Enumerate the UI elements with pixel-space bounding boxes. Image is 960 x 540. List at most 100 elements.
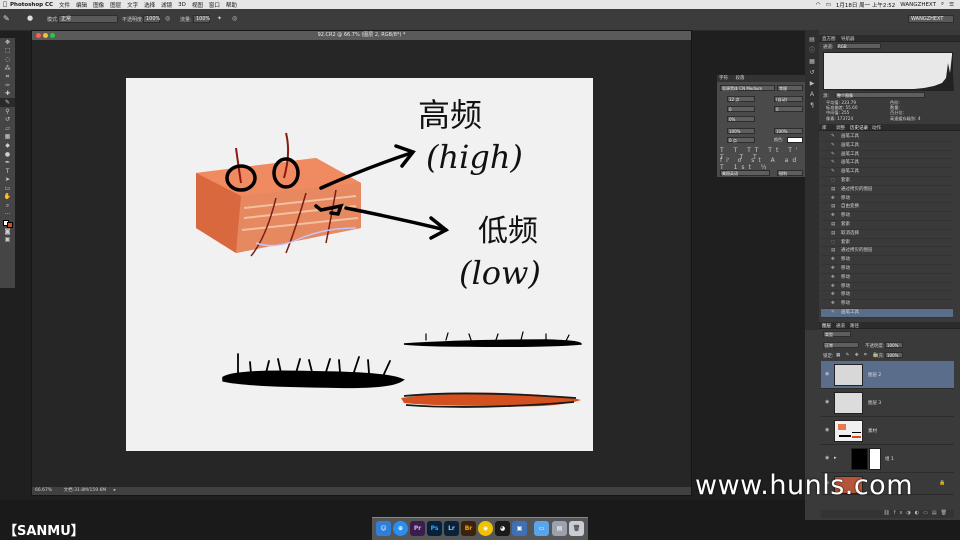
more-tools-icon[interactable]: ···	[0, 210, 15, 219]
history-item[interactable]: ▤ 取消选择	[821, 230, 953, 239]
quick-mask-icon[interactable]: ◙	[0, 227, 15, 236]
bridge-icon[interactable]: Br	[461, 521, 476, 536]
actions-panel-icon[interactable]: ▶	[805, 78, 819, 89]
clone-stamp-tool-icon[interactable]: ⚲	[0, 107, 15, 116]
history-item[interactable]: ▤ 通过拷贝的图层	[821, 247, 953, 257]
history-item[interactable]: ✎ 画笔工具	[821, 159, 953, 169]
menu-select[interactable]: 选择	[144, 1, 155, 9]
visibility-eye-icon[interactable]: ◉	[825, 399, 829, 405]
fill-input[interactable]: 100%	[885, 352, 903, 358]
font-size-input[interactable]: 12 点	[727, 96, 755, 102]
brush-tool-icon[interactable]: ✎	[3, 14, 10, 23]
lightroom-icon[interactable]: Lr	[444, 521, 459, 536]
history-item[interactable]: ▤ 自由变换	[821, 203, 953, 213]
text-color-swatch[interactable]	[787, 137, 803, 143]
adjustment-icon[interactable]: ◐	[915, 510, 923, 516]
background-color-swatch[interactable]	[6, 221, 13, 228]
group-expand-icon[interactable]: ▸	[834, 455, 837, 461]
menu-filter[interactable]: 滤镜	[161, 1, 172, 9]
path-select-tool-icon[interactable]: ➤	[0, 176, 15, 185]
blur-tool-icon[interactable]: ◆	[0, 141, 15, 150]
font-family-select[interactable]: 思源黑体 CN Medium	[720, 85, 775, 91]
tab-paragraph[interactable]: 段落	[735, 76, 744, 81]
source-select[interactable]: 整个图像	[835, 92, 925, 98]
tracking-input[interactable]: 0	[774, 106, 803, 112]
color-swatches[interactable]	[0, 218, 15, 228]
tab-navigator[interactable]: 导航器	[841, 36, 855, 42]
tab-adjustments[interactable]: 调整	[836, 125, 845, 131]
tab-channels[interactable]: 通道	[836, 323, 845, 329]
tab-histogram[interactable]: 直方图	[822, 36, 836, 42]
minimize-button[interactable]	[43, 33, 48, 38]
history-item[interactable]: ✥ 移动	[821, 274, 953, 283]
add-mask-icon[interactable]: ◑	[906, 510, 914, 516]
history-item[interactable]: ✎ 画笔工具	[821, 142, 953, 151]
history-item[interactable]: ✥ 移动	[821, 300, 953, 309]
menu-layer[interactable]: 图层	[110, 1, 121, 9]
character-panel-icon[interactable]: A	[805, 89, 819, 100]
canvas[interactable]: 高频 (high) 低频 (low)	[126, 78, 593, 451]
crop-tool-icon[interactable]: ⌗	[0, 72, 15, 81]
lasso-tool-icon[interactable]: ◌	[0, 55, 15, 64]
history-item[interactable]: ✥ 移动	[821, 291, 953, 301]
trash-icon[interactable]: 🗑	[569, 521, 584, 536]
history-item[interactable]: ✥ 移动	[821, 212, 953, 221]
menu-view[interactable]: 视图	[192, 1, 203, 9]
photoshop-icon[interactable]: Ps	[427, 521, 442, 536]
dodge-tool-icon[interactable]: ●	[0, 150, 15, 159]
clock[interactable]: 1月18日 周一 上午2:52	[836, 1, 895, 9]
layer-opacity-input[interactable]: 100%	[885, 342, 903, 348]
menu-image[interactable]: 图像	[93, 1, 104, 9]
layer-group-row[interactable]: ◉ ▸ 组 1	[821, 445, 954, 473]
blend-mode-select[interactable]: 正常	[823, 342, 859, 348]
pressure-opacity-icon[interactable]: ◎	[165, 15, 170, 22]
eyedropper-tool-icon[interactable]: ✑	[0, 81, 15, 90]
menu-type[interactable]: 文字	[127, 1, 138, 9]
link-layers-icon[interactable]: ⛓	[883, 510, 893, 516]
menu-3d[interactable]: 3D	[178, 2, 186, 8]
zoom-level[interactable]: 66.67%	[35, 488, 52, 493]
history-item[interactable]: ✎ 画笔工具	[821, 309, 953, 318]
quick-select-tool-icon[interactable]: ⁂	[0, 64, 15, 73]
history-item[interactable]: ✎ 画笔工具	[821, 151, 953, 160]
history-item[interactable]: ◌ 套索	[821, 239, 953, 248]
menu-edit[interactable]: 编辑	[76, 1, 87, 9]
history-item[interactable]: ✥ 移动	[821, 283, 953, 292]
app-menu[interactable]: Photoshop CC	[10, 2, 53, 8]
paragraph-panel-icon[interactable]: ¶	[805, 100, 819, 111]
delete-layer-icon[interactable]: 🗑	[941, 510, 951, 516]
layer-filter-select[interactable]: 类型	[823, 331, 851, 337]
histogram-panel-icon[interactable]: ▤	[805, 34, 819, 45]
zoom-tool-icon[interactable]: ⌕	[0, 201, 15, 210]
healing-tool-icon[interactable]: ✚	[0, 90, 15, 99]
history-item[interactable]: ✥ 移动	[821, 265, 953, 274]
leading-input[interactable]: (自动)	[774, 96, 803, 102]
info-panel-icon[interactable]: ⓘ	[805, 45, 819, 56]
pressure-size-icon[interactable]: ◎	[232, 15, 237, 22]
tab-history[interactable]: 历史记录	[850, 125, 868, 131]
font-style-select[interactable]: 常规	[777, 85, 803, 91]
document-tab[interactable]: 92.CR2 @ 66.7% (图层 2, RGB/8*) *	[32, 31, 691, 40]
notification-icon[interactable]: ☰	[949, 2, 954, 8]
chrome-icon[interactable]: ◉	[478, 521, 493, 536]
eraser-tool-icon[interactable]: ▱	[0, 124, 15, 133]
brush-preset-icon[interactable]: ●	[27, 14, 33, 22]
horizontal-scale-input[interactable]: 100%	[774, 128, 803, 134]
folder-icon[interactable]: ▭	[534, 521, 549, 536]
shape-tool-icon[interactable]: ▭	[0, 184, 15, 193]
layer-row[interactable]: ◉ 素材	[821, 417, 954, 445]
layer-name[interactable]: 素材	[868, 428, 877, 434]
marquee-tool-icon[interactable]: ⬚	[0, 47, 15, 56]
flow-input[interactable]: 100%	[193, 15, 210, 23]
screen-mode-icon[interactable]: ▣	[0, 236, 15, 245]
apple-icon[interactable]: 	[0, 1, 10, 8]
tab-layers[interactable]: 图层	[822, 323, 831, 329]
finder-icon[interactable]: ☺	[376, 521, 391, 536]
safari-icon[interactable]: ⊕	[393, 521, 408, 536]
layer-name[interactable]: 图层 3	[868, 400, 881, 406]
history-item[interactable]: ◌ 套索	[821, 177, 953, 186]
brush-tool-icon[interactable]: ✎	[0, 98, 15, 107]
close-button[interactable]	[36, 33, 41, 38]
swatches-panel-icon[interactable]: ▦	[805, 56, 819, 67]
downloads-icon[interactable]: ▤	[552, 521, 567, 536]
